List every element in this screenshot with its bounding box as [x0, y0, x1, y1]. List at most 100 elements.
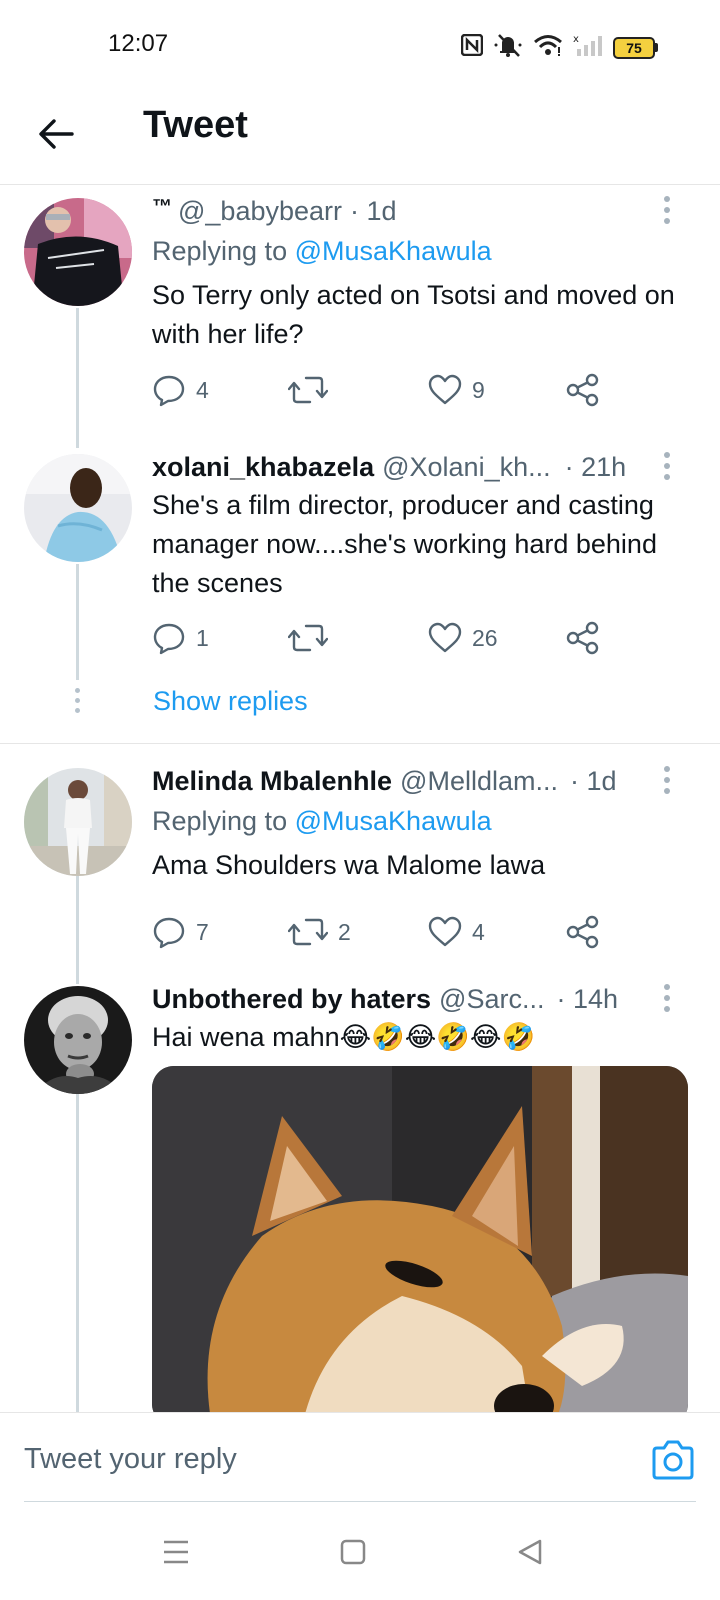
like-count: 26 — [472, 624, 498, 651]
reply-button[interactable]: 4 — [152, 370, 209, 410]
thread-line — [76, 308, 79, 448]
author-name[interactable]: xolani_khabazela — [152, 452, 374, 483]
author-handle[interactable]: @Xolani_kh... — [382, 452, 551, 483]
svg-text:x: x — [573, 34, 579, 45]
reply-icon — [153, 375, 185, 407]
tweet-time: · 1d — [350, 196, 397, 226]
tweet-text: So Terry only acted on Tsotsi and moved … — [152, 280, 675, 349]
heart-icon — [428, 916, 462, 947]
like-count: 9 — [472, 376, 485, 403]
more-options-button[interactable] — [654, 760, 680, 800]
reply-input[interactable]: Tweet your reply — [24, 1443, 237, 1476]
retweet-button[interactable] — [288, 618, 338, 658]
camera-button[interactable] — [650, 1439, 696, 1481]
reply-composer: Tweet your reply — [0, 1412, 720, 1503]
thread-line — [76, 1094, 79, 1412]
reply-button[interactable]: 1 — [152, 618, 209, 658]
author-handle[interactable]: @Melldlam... — [400, 766, 558, 797]
divider — [0, 743, 720, 744]
thread-dots — [73, 688, 81, 713]
author-name[interactable]: ™ — [152, 196, 172, 227]
page-title: Tweet — [143, 104, 248, 146]
arrow-left-icon — [39, 119, 74, 149]
tweet-melinda[interactable]: Melinda Mbalenhle @Melldlam... · 1d Repl… — [0, 760, 720, 990]
app-header: Tweet — [0, 90, 720, 185]
reply-icon — [153, 917, 185, 949]
tweet-unbothered[interactable]: Unbothered by haters @Sarc... · 14h Hai … — [0, 982, 720, 1412]
tweet-babybearr[interactable]: ™ @_babybearr · 1d Replying to @MusaKhaw… — [0, 186, 720, 456]
reply-count: 4 — [196, 376, 209, 403]
like-button[interactable]: 26 — [428, 618, 498, 658]
system-back-button[interactable] — [510, 1532, 550, 1572]
avatar[interactable] — [24, 986, 132, 1094]
show-replies-link[interactable]: Show replies — [153, 686, 308, 717]
tweet-actions: 4 9 — [152, 370, 612, 410]
recents-button[interactable] — [156, 1532, 196, 1572]
tweet-text: Ama Shoulders wa Malome lawa — [152, 850, 546, 880]
share-button[interactable] — [566, 370, 600, 410]
author-name[interactable]: Unbothered by haters — [152, 984, 431, 1015]
share-icon — [566, 915, 599, 949]
back-button[interactable] — [32, 110, 80, 158]
replying-label: Replying to — [152, 806, 288, 836]
thread-line — [76, 876, 79, 984]
more-options-button[interactable] — [654, 978, 680, 1018]
battery-level: 75 — [613, 36, 655, 59]
like-button[interactable]: 9 — [428, 370, 485, 410]
retweet-button[interactable]: 2 — [288, 912, 351, 952]
tweet-time: · 21h — [564, 452, 627, 482]
share-icon — [566, 373, 599, 407]
nfc-icon — [460, 33, 484, 61]
mute-icon — [493, 32, 523, 63]
author-handle[interactable]: @_babybearr — [178, 196, 342, 227]
retweet-icon — [288, 376, 328, 404]
avatar[interactable] — [24, 768, 132, 876]
more-options-button[interactable] — [654, 190, 680, 230]
wifi-icon — [533, 33, 563, 62]
replying-to: Replying to @MusaKhawula — [152, 806, 492, 837]
battery-icon: 75 — [613, 36, 658, 59]
reply-count: 1 — [196, 624, 209, 651]
retweet-button[interactable] — [288, 370, 338, 410]
reply-button[interactable]: 7 — [152, 912, 209, 952]
tweet-time: · 1d — [570, 766, 617, 796]
status-icons: x 75 — [460, 32, 658, 63]
heart-icon — [428, 374, 462, 405]
tweet-text: She's a film director, producer and cast… — [152, 490, 657, 598]
like-button[interactable]: 4 — [428, 912, 485, 952]
replying-mention-link[interactable]: @MusaKhawula — [295, 806, 492, 836]
camera-icon — [652, 1440, 694, 1480]
thread-line — [76, 564, 79, 680]
avatar[interactable] — [24, 454, 132, 562]
replying-mention-link[interactable]: @MusaKhawula — [295, 236, 492, 266]
retweet-count: 2 — [338, 918, 351, 945]
heart-icon — [428, 622, 462, 653]
like-count: 4 — [472, 918, 485, 945]
avatar[interactable] — [24, 198, 132, 306]
tweet-xolani[interactable]: xolani_khabazela @Xolani_kh... · 21h She… — [0, 448, 720, 738]
tweet-text: Hai wena mahn😂🤣😂🤣😂🤣 — [152, 1022, 536, 1052]
share-button[interactable] — [566, 618, 600, 658]
share-icon — [566, 621, 599, 655]
tweet-actions: 1 26 — [152, 618, 612, 658]
tweet-time: · 14h — [556, 984, 619, 1014]
status-bar: 12:07 x 75 — [0, 0, 720, 90]
more-options-button[interactable] — [654, 446, 680, 486]
author-handle[interactable]: @Sarc... — [439, 984, 544, 1015]
tweet-header: xolani_khabazela @Xolani_kh... · 21h — [152, 452, 664, 483]
reply-count: 7 — [196, 918, 209, 945]
share-button[interactable] — [566, 912, 600, 952]
status-time: 12:07 — [108, 30, 169, 57]
retweet-icon — [288, 918, 328, 946]
tweet-photo[interactable] — [152, 1066, 688, 1412]
home-square-icon — [340, 1539, 366, 1565]
back-triangle-icon — [518, 1539, 542, 1565]
reply-feed[interactable]: ™ @_babybearr · 1d Replying to @MusaKhaw… — [0, 186, 720, 1412]
reply-icon — [153, 623, 185, 655]
author-name[interactable]: Melinda Mbalenhle — [152, 766, 392, 797]
system-nav-bar — [0, 1502, 720, 1600]
home-button[interactable] — [333, 1532, 373, 1572]
tweet-header: Melinda Mbalenhle @Melldlam... · 1d — [152, 766, 664, 797]
menu-icon — [164, 1540, 188, 1564]
retweet-icon — [288, 624, 328, 652]
